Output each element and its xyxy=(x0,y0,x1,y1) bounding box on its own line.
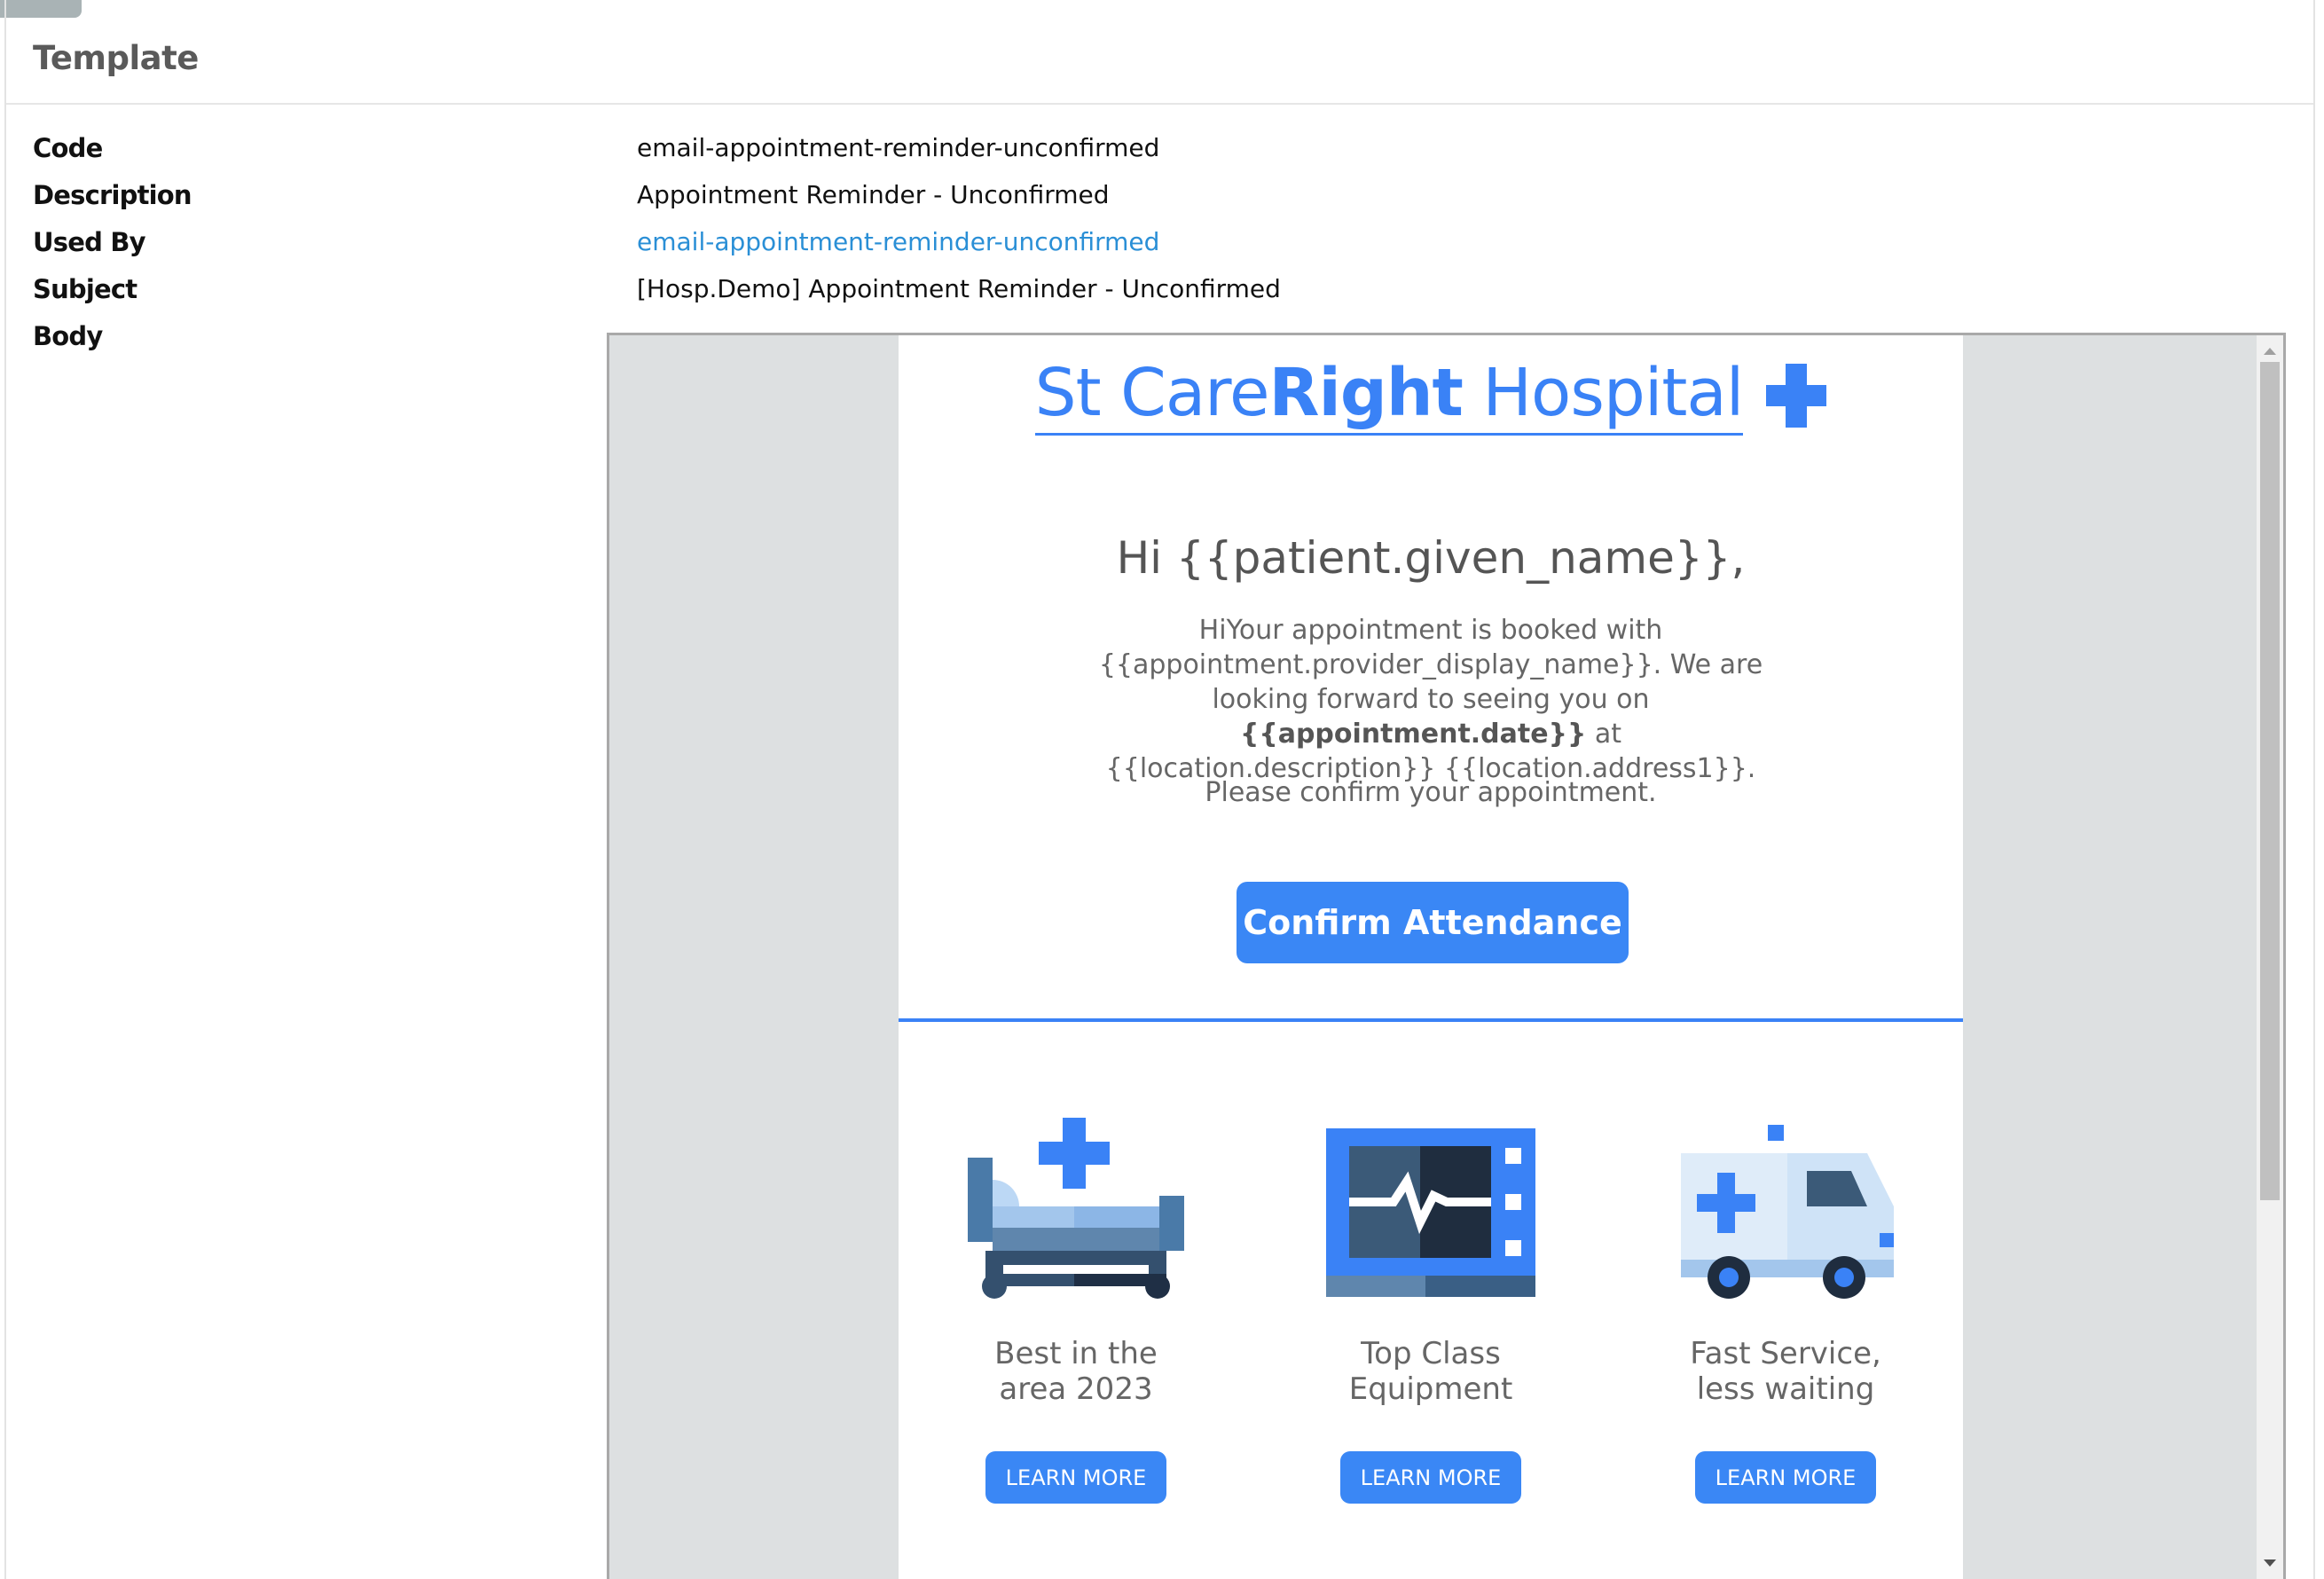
card-title: Template xyxy=(33,39,199,77)
feature-text: Fast Service, less waiting xyxy=(1690,1336,1881,1407)
medical-cross-icon xyxy=(1766,363,1827,428)
code-label: Code xyxy=(33,133,103,163)
learn-more-button[interactable]: LEARN MORE xyxy=(985,1451,1166,1504)
description-value: Appointment Reminder - Unconfirmed xyxy=(637,180,1110,209)
used-by-link[interactable]: email-appointment-reminder-unconfirmed xyxy=(637,227,1159,256)
learn-more-button[interactable]: LEARN MORE xyxy=(1340,1451,1521,1504)
scroll-thumb[interactable] xyxy=(2260,362,2280,1200)
hospital-bed-icon xyxy=(968,1118,1184,1299)
used-by-label: Used By xyxy=(33,227,146,257)
code-value: email-appointment-reminder-unconfirmed xyxy=(637,133,1160,162)
subject-label: Subject xyxy=(33,274,137,304)
scroll-down-arrow-icon[interactable] xyxy=(2264,1559,2276,1567)
learn-more-button[interactable]: LEARN MORE xyxy=(1695,1451,1876,1504)
email-preview-frame[interactable]: St CareRight Hospital Hi {{patient.given… xyxy=(607,333,2286,1579)
feature-text: Best in the area 2023 xyxy=(994,1336,1158,1407)
confirm-attendance-button[interactable]: Confirm Attendance xyxy=(1237,882,1629,963)
brand-name[interactable]: St CareRight Hospital xyxy=(1034,355,1744,436)
feature-text: Top Class Equipment xyxy=(1348,1336,1513,1407)
email-body: St CareRight Hospital Hi {{patient.given… xyxy=(899,335,1963,1579)
heart-monitor-icon xyxy=(1326,1128,1535,1297)
feature-best-in-area: Best in the area 2023 LEARN MORE xyxy=(961,1118,1191,1504)
email-divider xyxy=(899,1018,1963,1022)
description-label: Description xyxy=(33,180,192,210)
hospital-brand: St CareRight Hospital xyxy=(899,355,1963,436)
greeting: Hi {{patient.given_name}}, xyxy=(1116,532,1746,584)
preview-scrollbar[interactable] xyxy=(2257,335,2283,1579)
scroll-up-arrow-icon[interactable] xyxy=(2264,348,2276,355)
body-label: Body xyxy=(33,321,103,351)
card-divider xyxy=(6,103,2313,105)
subject-value: [Hosp.Demo] Appointment Reminder - Uncon… xyxy=(637,274,1281,303)
ambulance-icon xyxy=(1681,1125,1894,1299)
feature-fast-service: Fast Service, less waiting LEARN MORE xyxy=(1670,1118,1901,1504)
appointment-message: HiYour appointment is booked with {{appo… xyxy=(1098,615,1763,784)
feature-equipment: Top Class Equipment LEARN MORE xyxy=(1315,1118,1546,1504)
confirm-prompt: Please confirm your appointment. xyxy=(1205,777,1657,808)
